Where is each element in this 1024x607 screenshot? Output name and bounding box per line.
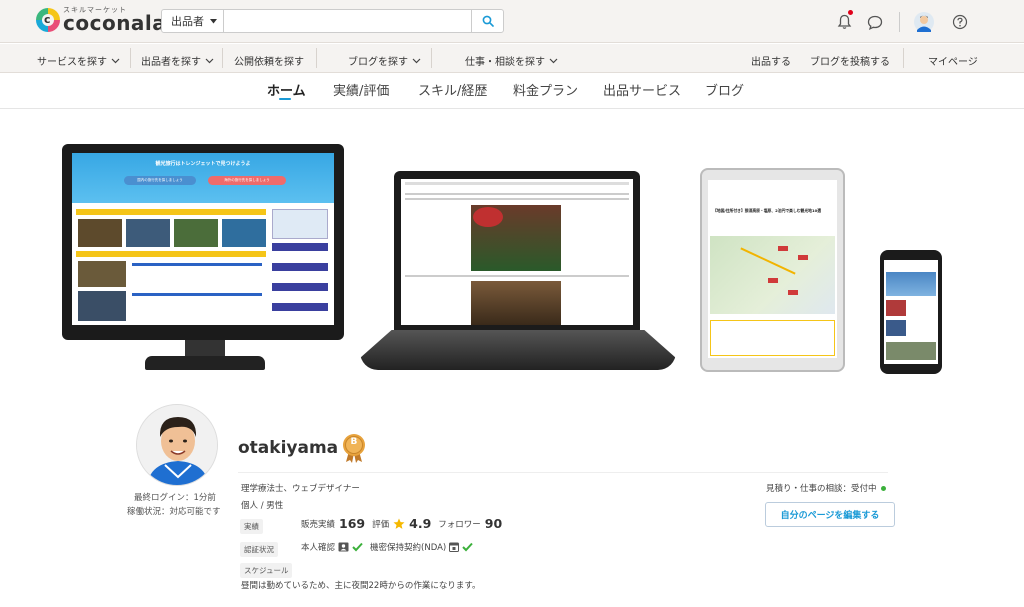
tab-services[interactable]: 出品サービス (603, 80, 681, 99)
chevron-down-icon (412, 58, 421, 63)
consultation-status-label: 見積り・仕事の相談：受付中 (766, 484, 877, 494)
help-circle-icon (952, 14, 968, 30)
desktop-hero-button-overseas: 海外の旅行先を探しましょう (208, 176, 286, 185)
consultation-status: 見積り・仕事の相談：受付中 (766, 482, 886, 494)
active-tab-indicator (279, 98, 291, 100)
tab-skills[interactable]: スキル/経歴 (418, 80, 487, 99)
help-button[interactable] (948, 10, 972, 34)
site-header: c スキルマーケット coconala 出品者 (0, 0, 1024, 43)
desktop-hero-button-domestic: 国内の旅行先を探しましょう (124, 176, 196, 185)
desktop-hero-title: 観光旅行はトレンジェットで見つけようよ (155, 161, 251, 167)
verification-tag: 認証状況 (240, 542, 278, 557)
tab-home[interactable]: ホーム (267, 80, 306, 99)
nav-divider (903, 48, 904, 68)
category-navbar: サービスを探す 出品者を探す 公開依頼を探す ブログを探す 仕事・相談を探す 出… (0, 44, 1024, 73)
user-avatar-button[interactable] (912, 10, 936, 34)
sales-label: 販売実績 (301, 519, 336, 530)
schedule-tag: スケジュール (240, 563, 293, 578)
messages-button[interactable] (863, 10, 887, 34)
verification-status: 本人確認 機密保持契約(NDA) (301, 541, 473, 553)
schedule-text: 昼間は勤めているため、主に夜間22時からの作業になります。 (241, 581, 481, 591)
availability-status: 稼働状況：対応可能です (127, 507, 221, 517)
nav-divider (316, 48, 317, 68)
nav-find-jobs[interactable]: 仕事・相談を探す (465, 53, 558, 68)
chevron-down-icon (205, 58, 214, 63)
chat-bubble-icon (867, 15, 883, 30)
desktop-base (145, 356, 265, 370)
laptop-screen (401, 179, 633, 325)
identity-verification-label: 本人確認 (301, 543, 336, 553)
nav-find-blogs[interactable]: ブログを探す (348, 53, 421, 68)
search-category-select[interactable]: 出品者 (162, 10, 224, 32)
logo-mark-icon: c (36, 8, 60, 32)
unread-dot (848, 10, 853, 15)
check-icon (462, 542, 473, 552)
id-card-icon (338, 542, 349, 552)
laptop-base (360, 330, 676, 370)
smartphone-screen (884, 260, 938, 364)
search-bar: 出品者 (161, 9, 504, 33)
rating-value: 4.9 (409, 516, 432, 531)
profile-divider (238, 472, 888, 473)
type-gender: 個人 / 男性 (241, 501, 284, 511)
nav-find-sellers[interactable]: 出品者を探す (141, 53, 214, 68)
edit-profile-button[interactable]: 自分のページを編集する (765, 502, 895, 527)
rank-badge-letter: B (350, 437, 358, 447)
cover-image: 観光旅行はトレンジェットで見つけようよ 国内の旅行先を探しましょう 海外の旅行先… (60, 140, 960, 380)
username: otakiyama (238, 438, 339, 458)
chevron-down-icon (111, 58, 120, 63)
online-dot-icon (880, 485, 886, 491)
tablet-article-title: 【地図/住所付き】那須高原・塩原、2泊円で楽しむ観光地10選 (713, 208, 822, 213)
nav-divider (431, 48, 432, 68)
occupation: 理学療法士、ウェブデザイナー (241, 484, 360, 494)
user-avatar-icon (914, 12, 934, 32)
header-divider (899, 12, 900, 32)
search-icon (482, 15, 494, 27)
sales-count: 169 (339, 516, 366, 531)
nav-post-blog[interactable]: ブログを投稿する (810, 53, 890, 68)
nav-find-services[interactable]: サービスを探す (37, 53, 120, 68)
header-icons (832, 10, 972, 34)
profile-avatar[interactable] (136, 404, 218, 486)
search-button[interactable] (471, 10, 503, 32)
logo-wordmark: coconala (63, 11, 167, 35)
avatar-illustration (137, 405, 217, 485)
search-input[interactable] (224, 10, 471, 32)
caret-down-icon (210, 18, 217, 23)
followers-label: フォロワー (438, 519, 481, 530)
check-icon (352, 542, 363, 552)
nav-find-requests[interactable]: 公開依頼を探す (234, 53, 304, 68)
tab-pricing[interactable]: 料金プラン (513, 80, 578, 99)
bell-icon (837, 14, 851, 29)
tab-reviews[interactable]: 実績/評価 (333, 80, 389, 99)
nda-document-icon (449, 542, 460, 552)
nav-divider (130, 48, 131, 68)
nav-mypage[interactable]: マイページ (928, 53, 978, 68)
rank-badge: B (341, 433, 367, 467)
star-icon (393, 518, 405, 529)
notification-button[interactable] (832, 10, 856, 34)
nav-sell[interactable]: 出品する (751, 53, 791, 68)
followers-count: 90 (484, 516, 503, 531)
chevron-down-icon (549, 58, 558, 63)
rating-label: 評価 (372, 519, 390, 530)
achievement-stats: 販売実績 169 評価 4.9 フォロワー 90 (301, 516, 502, 531)
profile-tabs: ホーム 実績/評価 スキル/経歴 料金プラン 出品サービス ブログ (0, 73, 1024, 109)
tablet-screen: 【地図/住所付き】那須高原・塩原、2泊円で楽しむ観光地10選 (708, 180, 837, 358)
last-login: 最終ログイン：1分前 (134, 493, 216, 503)
achievements-tag: 実績 (240, 519, 263, 534)
tab-blog[interactable]: ブログ (705, 80, 744, 99)
desktop-screen: 観光旅行はトレンジェットで見つけようよ 国内の旅行先を探しましょう 海外の旅行先… (72, 153, 334, 325)
nav-divider (222, 48, 223, 68)
coconala-logo[interactable]: c スキルマーケット coconala (36, 7, 166, 33)
nda-label: 機密保持契約(NDA) (370, 543, 447, 553)
